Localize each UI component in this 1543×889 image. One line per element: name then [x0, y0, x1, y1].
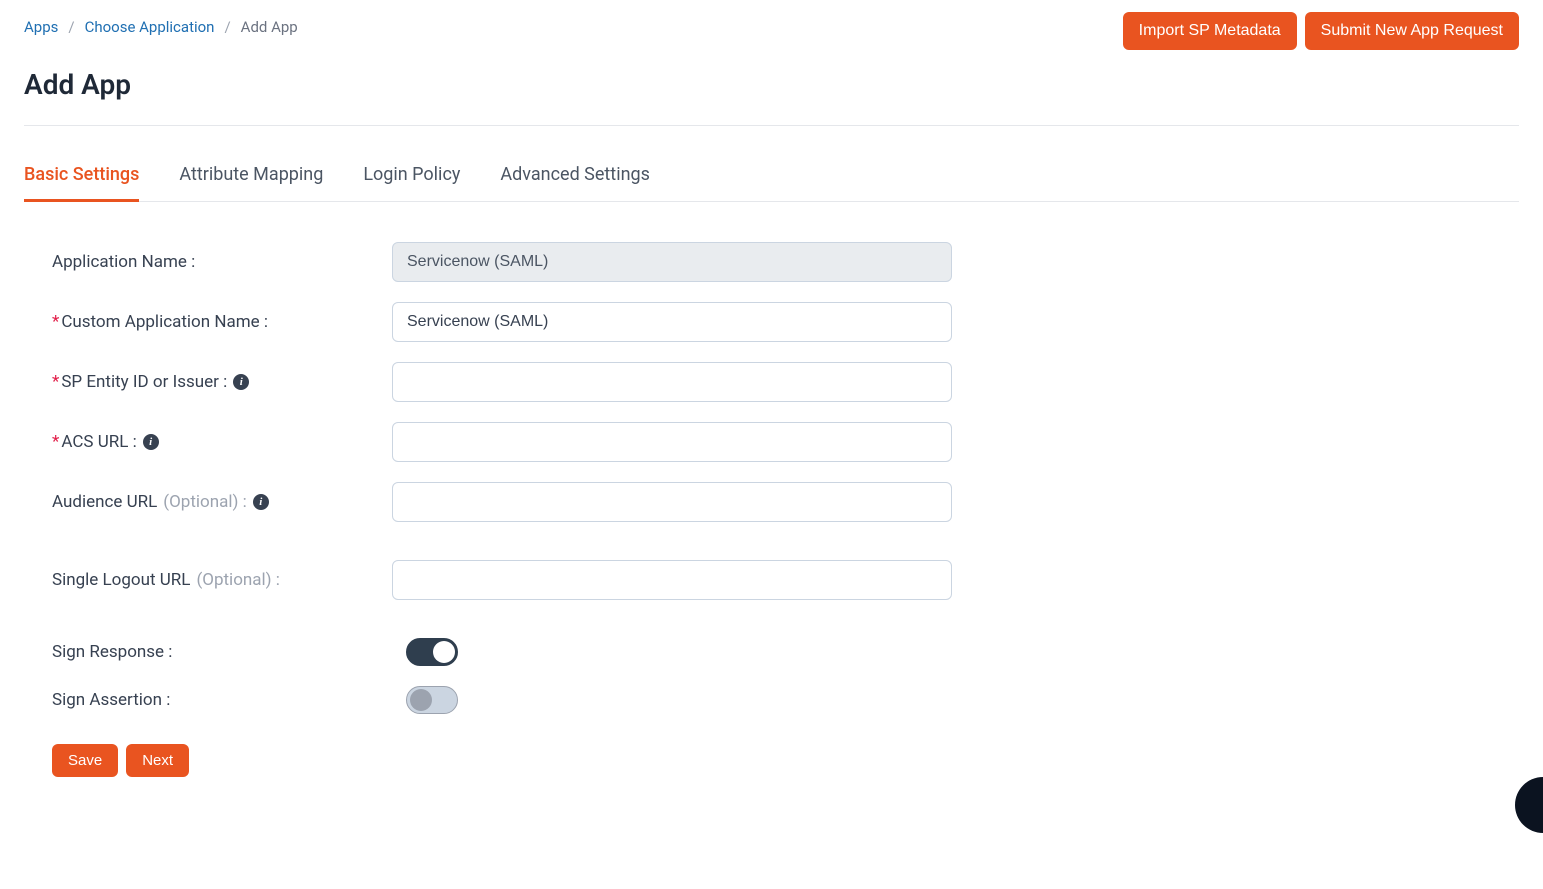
label-custom-application-name: *Custom Application Name : — [52, 312, 392, 332]
acs-url-input[interactable] — [392, 422, 952, 462]
label-sign-assertion: Sign Assertion : — [52, 690, 392, 710]
next-button[interactable]: Next — [126, 744, 189, 777]
label-sp-entity-id: *SP Entity ID or Issuer : i — [52, 372, 392, 392]
breadcrumb-sep: / — [68, 18, 74, 36]
submit-new-app-request-button[interactable]: Submit New App Request — [1305, 12, 1519, 50]
save-button[interactable]: Save — [52, 744, 118, 777]
audience-url-input[interactable] — [392, 482, 952, 522]
chat-bubble-icon[interactable] — [1515, 777, 1543, 833]
sp-entity-id-input[interactable] — [392, 362, 952, 402]
label-audience-url: Audience URL (Optional) : i — [52, 492, 392, 512]
info-icon[interactable]: i — [143, 434, 159, 450]
header-divider — [24, 125, 1519, 126]
breadcrumb-apps[interactable]: Apps — [24, 18, 58, 36]
tab-basic-settings[interactable]: Basic Settings — [24, 164, 139, 202]
sign-assertion-toggle[interactable] — [406, 686, 458, 714]
application-name-input — [392, 242, 952, 282]
info-icon[interactable]: i — [233, 374, 249, 390]
sign-response-toggle[interactable] — [406, 638, 458, 666]
label-acs-url: *ACS URL : i — [52, 432, 392, 452]
import-sp-metadata-button[interactable]: Import SP Metadata — [1123, 12, 1297, 50]
tab-login-policy[interactable]: Login Policy — [363, 164, 460, 202]
label-sign-response: Sign Response : — [52, 642, 392, 662]
custom-application-name-input[interactable] — [392, 302, 952, 342]
breadcrumb-choose-application[interactable]: Choose Application — [85, 18, 215, 36]
single-logout-url-input[interactable] — [392, 560, 952, 600]
page-title: Add App — [24, 68, 1519, 101]
breadcrumb: Apps / Choose Application / Add App — [24, 12, 298, 36]
breadcrumb-sep: / — [224, 18, 230, 36]
tab-advanced-settings[interactable]: Advanced Settings — [500, 164, 650, 202]
label-single-logout-url: Single Logout URL (Optional) : — [52, 570, 392, 590]
label-application-name: Application Name : — [52, 252, 392, 272]
breadcrumb-current: Add App — [241, 18, 298, 36]
tab-attribute-mapping[interactable]: Attribute Mapping — [179, 164, 323, 202]
info-icon[interactable]: i — [253, 494, 269, 510]
tabs: Basic Settings Attribute Mapping Login P… — [24, 164, 1519, 202]
